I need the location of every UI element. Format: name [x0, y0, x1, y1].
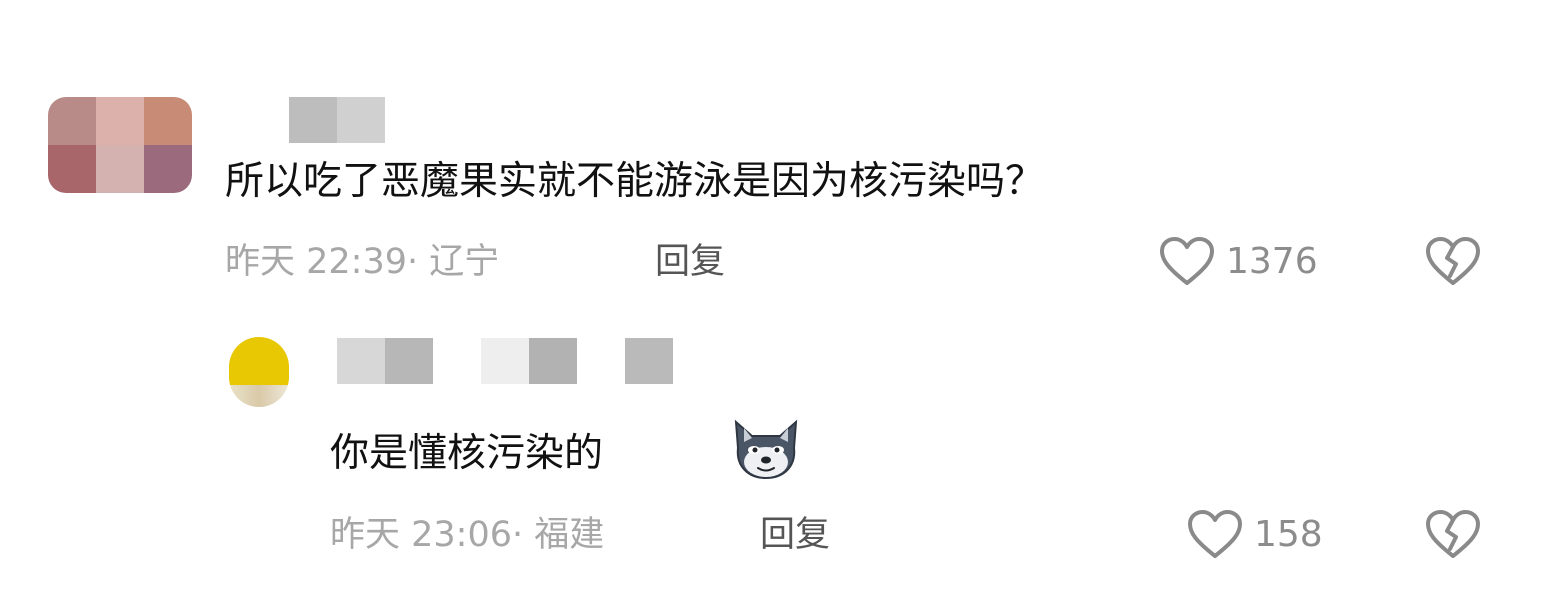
comment-text: 所以吃了恶魔果实就不能游泳是因为核污染吗？ — [225, 159, 1045, 204]
heart-outline-icon — [1158, 236, 1216, 288]
husky-emoji-icon — [730, 418, 802, 482]
reply-text-row: 你是懂核污染的 — [330, 430, 603, 478]
reply-like-button[interactable]: 158 — [1186, 509, 1323, 561]
commenter-username-blurred[interactable] — [289, 97, 385, 143]
comment-location: · 辽宁 — [407, 242, 500, 282]
reply-time: 昨天 23:06 — [330, 515, 512, 555]
comment-time: 昨天 22:39 — [225, 242, 407, 282]
reply-meta: 昨天 23:06· 福建 — [330, 513, 604, 557]
like-button[interactable]: 1376 — [1158, 236, 1318, 288]
reply-text: 你是懂核污染的 — [330, 431, 604, 476]
reply-button[interactable]: 回复 — [655, 240, 725, 284]
broken-heart-icon[interactable] — [1424, 236, 1482, 288]
reply-to-reply-button[interactable]: 回复 — [760, 513, 830, 557]
reply-location: · 福建 — [512, 515, 605, 555]
comment-meta: 昨天 22:39· 辽宁 — [225, 240, 499, 284]
like-count: 1376 — [1226, 241, 1318, 282]
replier-username-blurred[interactable] — [337, 338, 673, 384]
commenter-avatar[interactable] — [48, 97, 192, 193]
broken-heart-icon[interactable] — [1424, 509, 1482, 561]
reply-like-count: 158 — [1254, 514, 1323, 555]
replier-avatar[interactable] — [229, 337, 289, 407]
heart-outline-icon — [1186, 509, 1244, 561]
